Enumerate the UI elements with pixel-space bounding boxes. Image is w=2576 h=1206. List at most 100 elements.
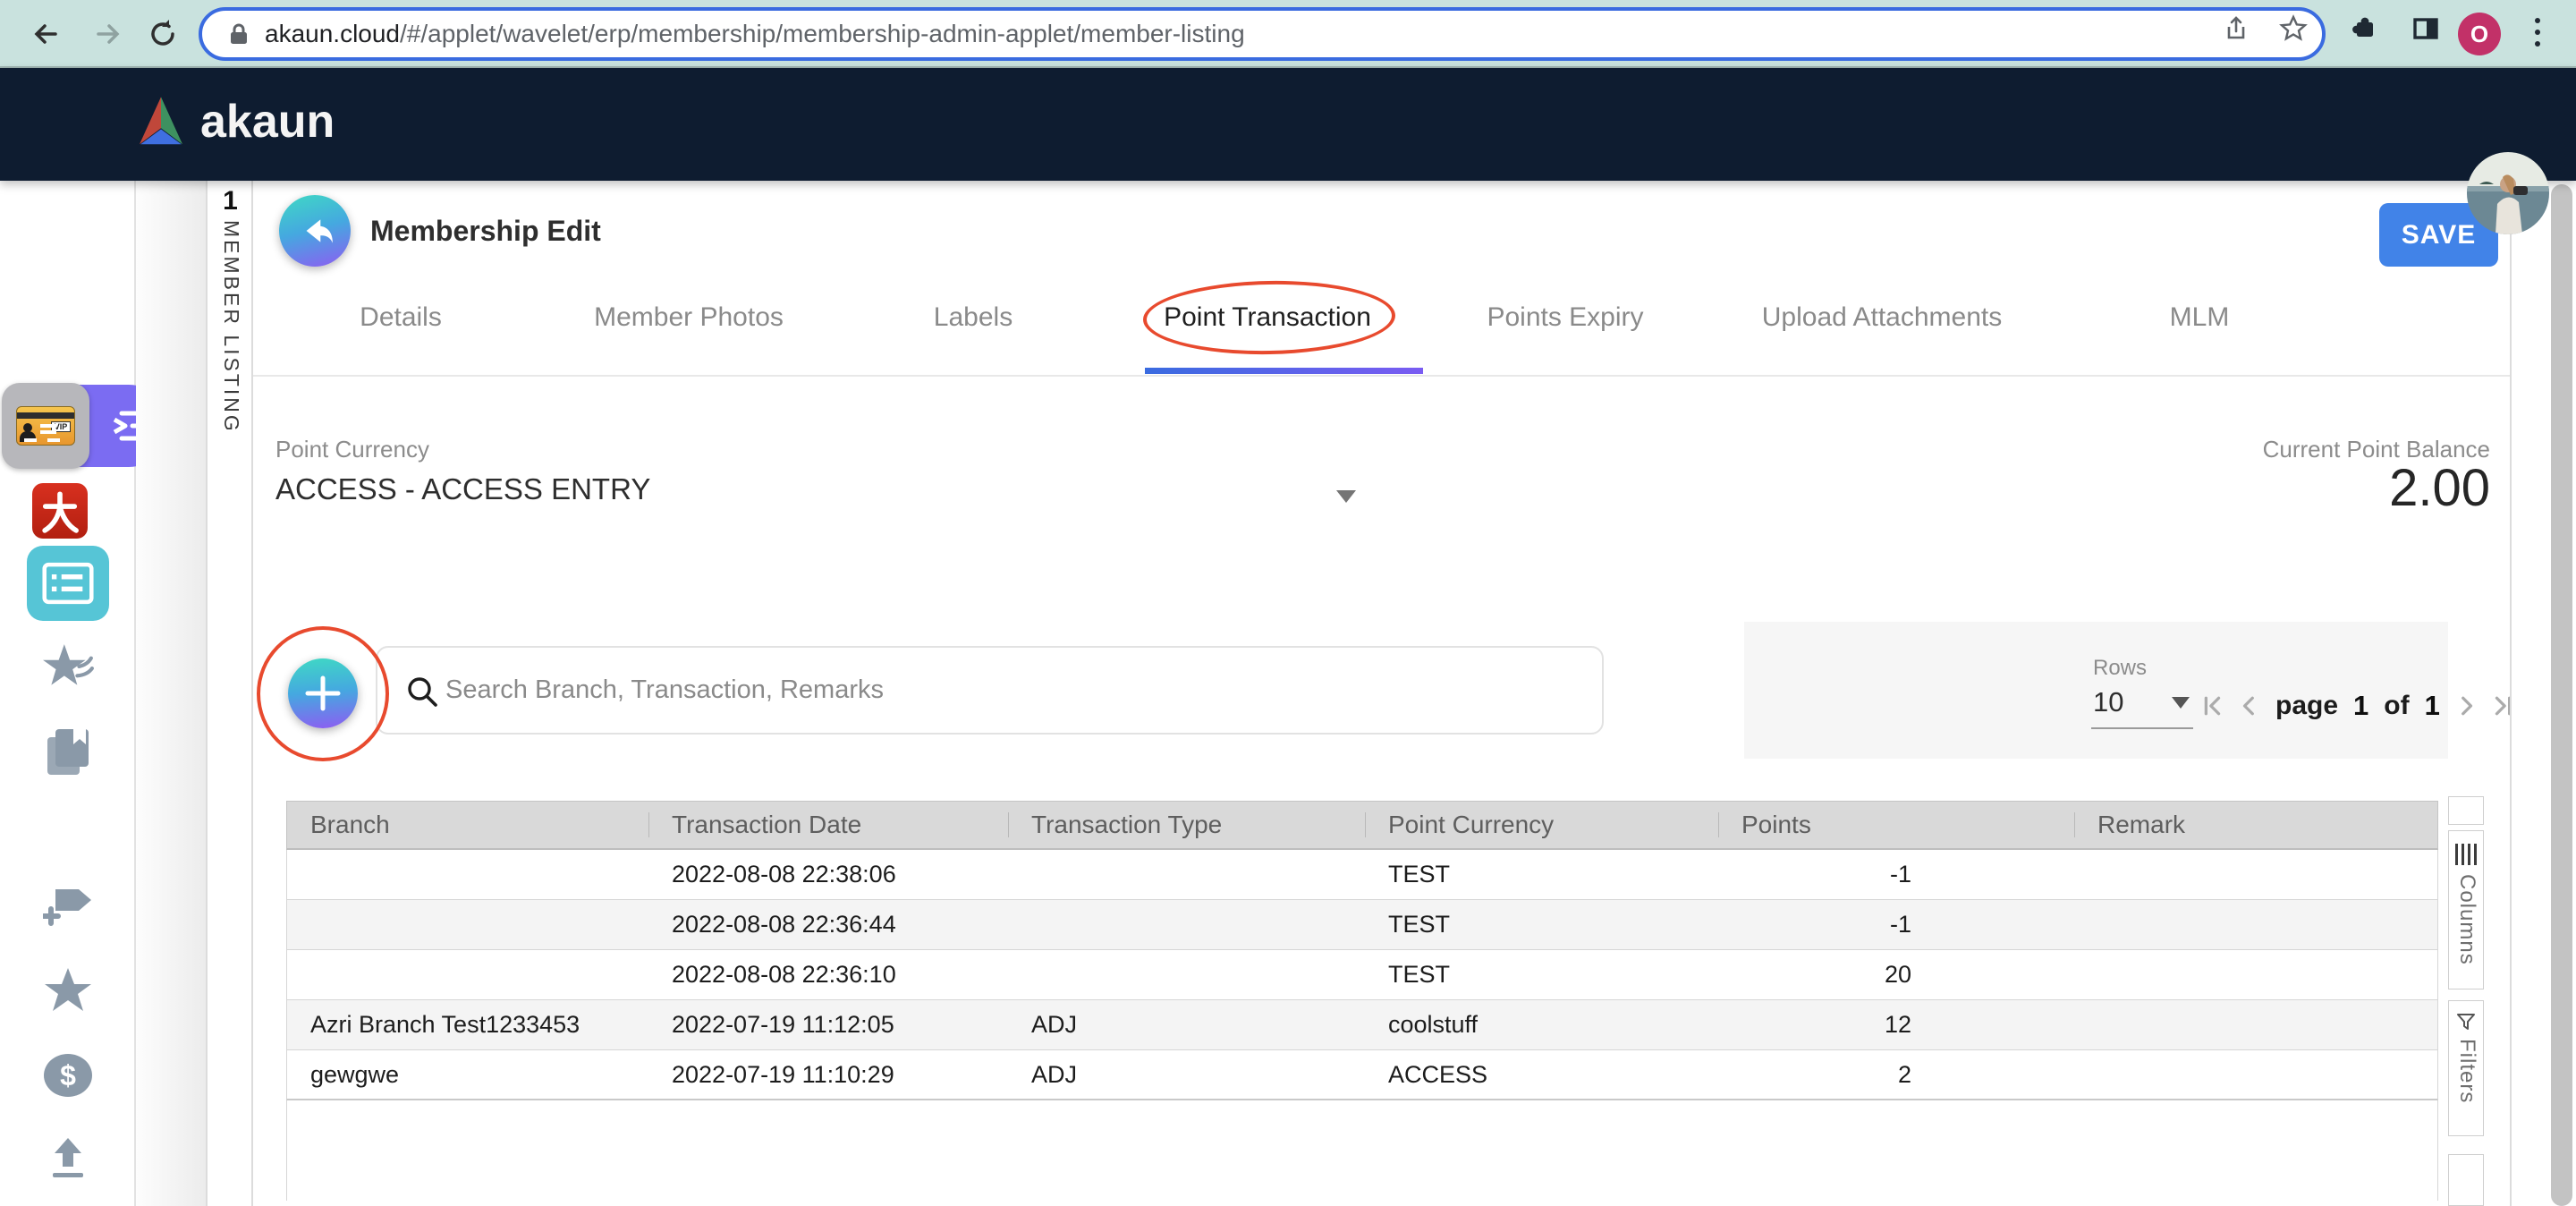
grid-corner-segment [2448, 796, 2484, 825]
cell-branch: gewgwe [287, 1061, 648, 1089]
cell-currency: coolstuff [1365, 1011, 1718, 1039]
shooting-star-icon [42, 642, 94, 692]
catalog-item[interactable] [0, 726, 136, 777]
header-transaction-type[interactable]: Transaction Type [1008, 802, 1365, 848]
active-tab-underline [1145, 368, 1423, 374]
add-transaction-button[interactable] [288, 658, 358, 728]
cell-currency: TEST [1365, 861, 1718, 888]
browser-toolbar: akaun.cloud/#/applet/wavelet/erp/members… [0, 0, 2576, 68]
cell-points: -1 [1718, 861, 2074, 888]
first-page-icon[interactable] [2202, 695, 2224, 717]
address-bar[interactable]: akaun.cloud/#/applet/wavelet/erp/members… [199, 7, 2326, 61]
workspace-tab-strip[interactable]: 1 MEMBER LISTING [208, 181, 253, 1206]
listing-applet-item[interactable] [27, 546, 109, 621]
tabs-divider [253, 375, 2510, 377]
tab-details[interactable]: Details [360, 302, 442, 333]
browser-profile-avatar[interactable]: O [2458, 13, 2501, 55]
table-row[interactable]: gewgwe 2022-07-19 11:10:29 ADJ ACCESS 2 [286, 1050, 2438, 1100]
dai-applet-item[interactable] [32, 483, 88, 539]
tab-points-expiry[interactable]: Points Expiry [1487, 302, 1643, 333]
of-word: of [2384, 691, 2409, 721]
table-header-row: Branch Transaction Date Transaction Type… [286, 801, 2438, 850]
tab-mlm[interactable]: MLM [2170, 302, 2230, 333]
extensions-icon[interactable] [2351, 14, 2379, 43]
collapsed-panel-strip [136, 181, 208, 1206]
akaun-logo-text: akaun [200, 95, 335, 149]
list-icon [42, 562, 94, 605]
browser-forward-icon[interactable] [89, 16, 125, 52]
header-points[interactable]: Points [1718, 802, 2074, 848]
cell-date: 2022-07-19 11:10:29 [648, 1061, 1008, 1089]
side-panel-icon[interactable] [2411, 14, 2440, 43]
share-icon[interactable] [2222, 14, 2250, 43]
cell-points: 12 [1718, 1011, 2074, 1039]
search-icon [404, 674, 440, 709]
cell-date: 2022-07-19 11:12:05 [648, 1011, 1008, 1039]
cell-currency: TEST [1365, 911, 1718, 938]
url-host: akaun.cloud [265, 20, 400, 47]
loyalty-star-item[interactable] [0, 642, 136, 692]
columns-panel-label: Columns [2454, 874, 2479, 965]
browser-back-icon[interactable] [29, 16, 64, 52]
cell-points: -1 [1718, 911, 2074, 938]
cell-type: ADJ [1008, 1011, 1365, 1039]
table-row[interactable]: Azri Branch Test1233453 2022-07-19 11:12… [286, 1000, 2438, 1050]
bookmark-star-icon[interactable] [2279, 14, 2308, 43]
membership-applet-item[interactable]: VIP [2, 383, 89, 469]
columns-panel-tab[interactable]: Columns [2448, 830, 2484, 989]
rows-caret-icon[interactable] [2172, 697, 2190, 709]
header-remark[interactable]: Remark [2074, 802, 2439, 848]
transactions-table: Branch Transaction Date Transaction Type… [286, 801, 2438, 1201]
filters-panel-tab[interactable]: Filters [2448, 1000, 2484, 1136]
pagination-panel: Rows 10 page 1 of 1 [1744, 622, 2448, 759]
header-point-currency[interactable]: Point Currency [1365, 802, 1718, 848]
url-path: /#/applet/wavelet/erp/membership/members… [400, 20, 1245, 47]
page-title: Membership Edit [370, 215, 601, 248]
table-empty-area [286, 1100, 2438, 1201]
screen: akaun.cloud/#/applet/wavelet/erp/members… [0, 0, 2576, 1206]
akaun-logo-icon [134, 95, 188, 149]
cell-date: 2022-08-08 22:36:10 [648, 961, 1008, 989]
currency-item[interactable]: $ [0, 1050, 136, 1100]
tab-member-photos[interactable]: Member Photos [594, 302, 784, 333]
pager: page 1 of 1 [2202, 690, 2513, 722]
akaun-logo[interactable]: akaun [134, 95, 335, 149]
table-row[interactable]: 2022-08-08 22:38:06 TEST -1 [286, 850, 2438, 900]
point-currency-select[interactable]: ACCESS - ACCESS ENTRY [275, 472, 650, 506]
tab-point-transaction[interactable]: Point Transaction [1164, 302, 1371, 333]
cell-currency: TEST [1365, 961, 1718, 989]
applet-sidebar: VIP [0, 181, 136, 1206]
back-arrow-icon [295, 211, 335, 251]
browser-menu-icon[interactable] [2535, 18, 2540, 47]
prev-page-icon[interactable] [2239, 695, 2260, 717]
balance-value: 2.00 [2043, 458, 2490, 518]
back-button[interactable] [279, 195, 351, 267]
content-right-border [2510, 181, 2512, 1206]
star-icon [43, 966, 93, 1015]
plus-icon [305, 675, 341, 711]
header-transaction-date[interactable]: Transaction Date [648, 802, 1008, 848]
favourites-item[interactable] [0, 966, 136, 1015]
panel-strip-segment [2448, 1154, 2484, 1206]
table-row[interactable]: 2022-08-08 22:36:44 TEST -1 [286, 900, 2438, 950]
point-currency-label: Point Currency [275, 436, 429, 463]
page-scrollbar[interactable] [2551, 184, 2572, 1206]
tab-upload-attachments[interactable]: Upload Attachments [1762, 302, 2003, 333]
next-page-icon[interactable] [2455, 695, 2477, 717]
workspace-tab-label: MEMBER LISTING [219, 220, 243, 434]
add-label-item[interactable] [0, 886, 136, 927]
cell-points: 20 [1718, 961, 2074, 989]
tab-labels[interactable]: Labels [934, 302, 1013, 333]
cell-date: 2022-08-08 22:38:06 [648, 861, 1008, 888]
rows-per-page-select[interactable]: 10 [2093, 686, 2123, 718]
upload-item[interactable] [0, 1134, 136, 1181]
point-currency-caret-icon[interactable] [1336, 490, 1356, 503]
rows-label: Rows [2093, 656, 2147, 681]
table-row[interactable]: 2022-08-08 22:36:10 TEST 20 [286, 950, 2438, 1000]
tag-plus-icon [43, 886, 93, 927]
browser-refresh-icon[interactable] [145, 16, 181, 52]
user-avatar[interactable] [2467, 152, 2549, 234]
search-input[interactable] [445, 650, 1590, 731]
header-branch[interactable]: Branch [287, 802, 648, 848]
membership-card-icon: VIP [16, 406, 75, 446]
